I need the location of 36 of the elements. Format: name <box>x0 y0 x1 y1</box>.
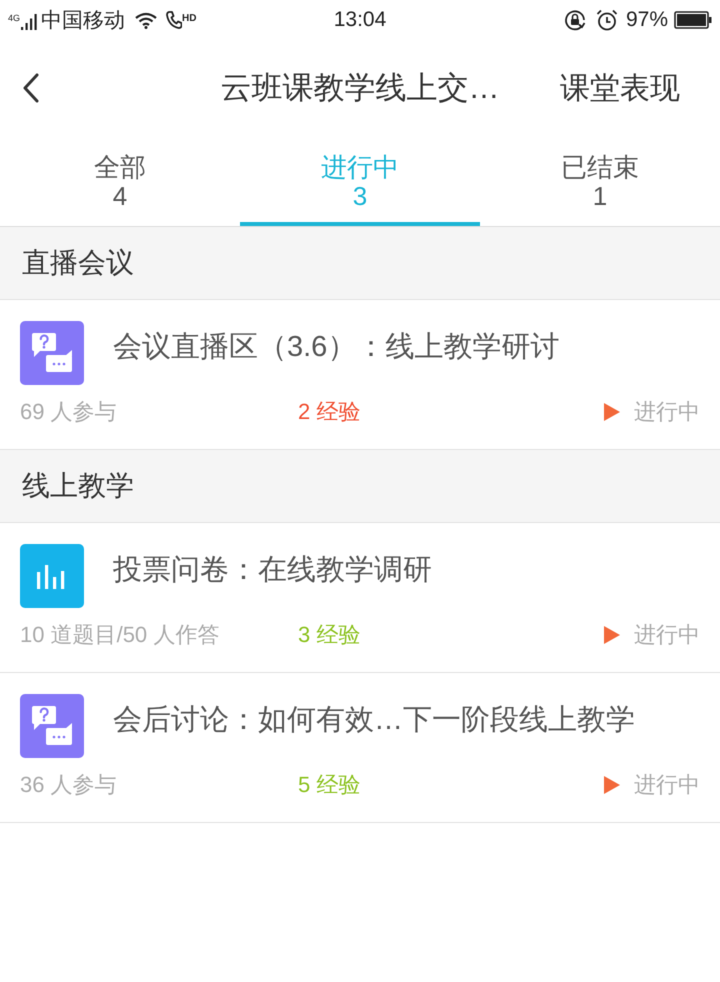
section-header: 直播会议 <box>0 227 720 300</box>
activity-title: 会议直播区（3.6）：线上教学研讨 <box>113 330 560 365</box>
phone-icon <box>166 11 182 29</box>
play-icon <box>604 626 620 644</box>
status-label: 进行中 <box>634 621 700 649</box>
experience-points: 2 经验 <box>298 398 360 426</box>
battery-percent: 97% <box>626 8 668 32</box>
discussion-bubbles-icon <box>20 321 84 385</box>
filter-tab[interactable]: 全部 4 <box>0 136 240 226</box>
status-label: 进行中 <box>634 771 700 799</box>
experience-points: 3 经验 <box>298 621 360 649</box>
experience-points: 5 经验 <box>298 771 360 799</box>
network-type-label: 4G <box>8 13 20 23</box>
status-label: 进行中 <box>634 398 700 426</box>
participation-count: 69 人参与 <box>20 398 118 426</box>
discussion-bubbles-icon <box>20 694 84 758</box>
carrier-name: 中国移动 <box>41 8 126 34</box>
signal-icon <box>21 14 38 30</box>
wifi-icon <box>135 12 158 28</box>
activity-title: 会后讨论：如何有效…下一阶段线上教学 <box>113 703 635 738</box>
alarm-clock-icon <box>596 9 618 31</box>
activity-title: 投票问卷：在线教学调研 <box>113 553 432 588</box>
section-header: 线上教学 <box>0 450 720 523</box>
back-chevron-icon <box>23 73 39 103</box>
participation-count: 10 道题目/50 人作答 <box>20 621 220 649</box>
page-title: 云班课教学线上交… <box>220 69 500 107</box>
classroom-performance-link[interactable]: 课堂表现 <box>560 68 680 108</box>
clock-time: 13:04 <box>334 8 386 32</box>
participation-count: 36 人参与 <box>20 771 118 799</box>
play-icon <box>604 776 620 794</box>
play-icon <box>604 403 620 421</box>
battery-icon <box>674 11 712 29</box>
hd-call-label: HD <box>182 13 196 24</box>
bar-chart-icon <box>20 544 84 608</box>
filter-tab[interactable]: 已结束 1 <box>480 136 720 226</box>
rotation-lock-icon <box>564 9 586 31</box>
